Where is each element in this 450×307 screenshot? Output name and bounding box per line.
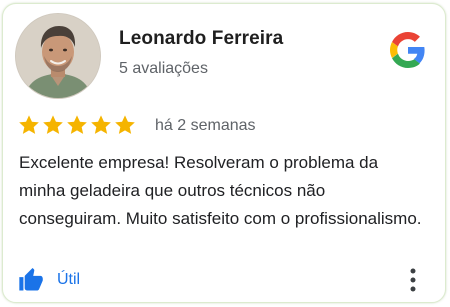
more-vertical-icon[interactable] [403, 266, 423, 294]
helpful-button[interactable]: Útil [17, 266, 80, 294]
thumbs-up-icon [19, 267, 43, 291]
reviewer-name[interactable]: Leonardo Ferreira [119, 28, 283, 50]
star-icon [19, 115, 39, 134]
star-icon [67, 115, 87, 134]
helpful-label: Útil [57, 271, 81, 288]
star-icon [43, 115, 63, 134]
star-rating [18, 114, 136, 138]
review-text: Excelente empresa! Resolveram o problema… [19, 153, 422, 228]
review-card: Leonardo Ferreira 5 avaliações há 2 sema… [2, 3, 446, 303]
star-icon [115, 115, 135, 134]
review-count: 5 avaliações [119, 60, 208, 77]
google-icon [390, 32, 425, 68]
avatar[interactable] [15, 13, 101, 99]
reviewer-photo [16, 14, 100, 98]
review-date: há 2 semanas [155, 117, 256, 134]
star-icon [91, 115, 111, 134]
